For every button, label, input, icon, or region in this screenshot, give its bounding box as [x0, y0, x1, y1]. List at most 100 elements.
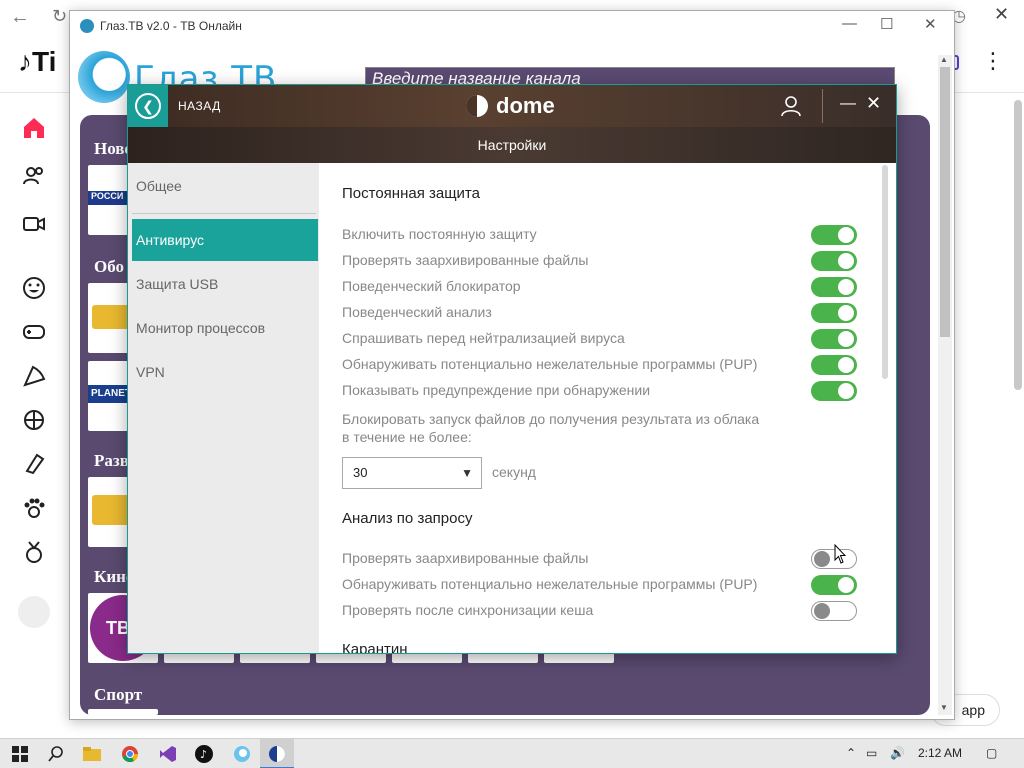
chevron-down-icon: ▼ — [461, 466, 473, 480]
minimize-icon[interactable]: — — [842, 15, 857, 32]
browser-scrollbar[interactable] — [1014, 100, 1022, 390]
toggle-knob — [838, 331, 854, 347]
sidebar-item-antivirus[interactable]: Антивирус — [132, 219, 318, 261]
file-explorer-icon[interactable] — [82, 744, 102, 764]
tiktok-logo[interactable]: ♪Ti — [18, 46, 56, 78]
close-icon[interactable]: ✕ — [866, 93, 881, 114]
emoji-icon[interactable] — [14, 272, 54, 304]
scroll-up-icon[interactable]: ▲ — [940, 55, 948, 64]
toggle-knob — [838, 279, 854, 295]
dome-brand-text: dome — [496, 93, 555, 118]
achievement-icon[interactable] — [14, 536, 54, 568]
sidebar-item-usb-protection[interactable]: Защита USB — [132, 263, 318, 305]
notifications-icon[interactable]: ▢ — [986, 746, 997, 760]
realtime-protection-toggle[interactable] — [811, 225, 857, 245]
show-warning-toggle[interactable] — [811, 381, 857, 401]
cloud-timeout-select[interactable]: 30 ▼ — [342, 457, 482, 489]
timeout-unit: секунд — [492, 464, 536, 480]
divider — [822, 89, 823, 123]
scroll-down-icon[interactable]: ▼ — [940, 703, 948, 712]
option-label: Включить постоянную защиту — [342, 226, 537, 242]
back-label[interactable]: НАЗАД — [178, 99, 221, 113]
sports-icon[interactable] — [14, 404, 54, 436]
ondemand-detect-pup-toggle[interactable] — [811, 575, 857, 595]
option-label: Проверять после синхронизации кеша — [342, 602, 594, 618]
dome-header[interactable]: ❮ НАЗАД dome — ✕ — [128, 85, 896, 127]
avatar[interactable] — [18, 596, 50, 628]
food-icon[interactable] — [14, 360, 54, 392]
back-chevron-icon: ❮ — [135, 93, 161, 119]
divider — [132, 213, 316, 214]
glaz-tv-icon[interactable] — [232, 744, 252, 764]
behavior-analysis-toggle[interactable] — [811, 303, 857, 323]
beauty-icon[interactable] — [14, 448, 54, 480]
sidebar-item-label: Монитор процессов — [136, 320, 266, 336]
tiktok-icon[interactable]: ♪ — [194, 744, 214, 764]
network-icon[interactable]: ▭ — [866, 746, 877, 760]
minimize-icon[interactable]: — — [840, 95, 856, 113]
sidebar-item-general[interactable]: Общее — [132, 165, 318, 207]
back-button[interactable]: ❮ — [128, 85, 168, 127]
dome-icon — [267, 744, 287, 764]
chrome-icon[interactable] — [120, 744, 140, 764]
option-label: Обнаруживать потенциально нежелательные … — [342, 576, 758, 592]
taskbar: ♪ ⌃ ▭ 🔊 2:12 AM ▢ — [0, 738, 1024, 768]
glaz-title-bar[interactable]: Глаз.ТВ v2.0 - ТВ Онлайн — ☐ ✕ — [70, 11, 954, 41]
toggle-knob — [814, 551, 830, 567]
more-options-icon[interactable]: ⋮ — [982, 48, 1004, 74]
glaz-logo-icon — [78, 51, 130, 103]
toggle-knob — [838, 227, 854, 243]
live-icon[interactable] — [14, 208, 54, 240]
scan-after-cache-sync-toggle[interactable] — [811, 601, 857, 621]
glaz-app-icon — [80, 19, 94, 33]
ask-before-neutralize-toggle[interactable] — [811, 329, 857, 349]
taskbar-active-app[interactable] — [260, 739, 294, 768]
cloud-block-label-2: в течение не более: — [342, 429, 472, 445]
sidebar-item-process-monitor[interactable]: Монитор процессов — [132, 307, 318, 349]
windows-start-icon[interactable] — [10, 744, 30, 764]
settings-scrollbar[interactable] — [882, 165, 888, 379]
home-icon[interactable] — [14, 112, 54, 144]
visual-studio-icon[interactable] — [158, 744, 178, 764]
pets-icon[interactable] — [14, 492, 54, 524]
following-icon[interactable] — [14, 160, 54, 192]
detect-pup-toggle[interactable] — [811, 355, 857, 375]
search-icon[interactable] — [46, 744, 66, 764]
category-title: Разв — [94, 451, 129, 470]
volume-icon[interactable]: 🔊 — [890, 746, 905, 760]
toggle-knob — [838, 383, 854, 399]
dome-logo-icon — [466, 95, 488, 117]
gaming-icon[interactable] — [14, 316, 54, 348]
toggle-knob — [838, 577, 854, 593]
tray-chevron-icon[interactable]: ⌃ — [846, 746, 856, 760]
antivirus-settings: Постоянная защита Включить постоянную за… — [319, 163, 879, 653]
sidebar-item-label: Защита USB — [136, 276, 219, 292]
glaz-scrollbar[interactable]: ▲ ▼ — [938, 55, 952, 715]
section-title-quarantine: Карантин — [342, 641, 408, 653]
glaz-scroll-thumb[interactable] — [940, 67, 950, 337]
reload-icon[interactable]: ↻ — [52, 6, 67, 27]
category-title: Спорт — [94, 685, 143, 704]
sidebar-item-vpn[interactable]: VPN — [132, 351, 318, 393]
channel-tile[interactable] — [88, 709, 158, 715]
user-icon[interactable] — [780, 95, 802, 117]
close-icon[interactable]: ✕ — [924, 15, 937, 33]
back-arrow-icon[interactable]: ← — [10, 6, 30, 29]
mouse-cursor-icon — [834, 544, 846, 564]
category-title: Обо — [94, 257, 124, 276]
get-app-label: app — [961, 702, 985, 718]
toggle-knob — [838, 357, 854, 373]
cloud-block-label: Блокировать запуск файлов до получения р… — [342, 411, 760, 427]
scan-archives-toggle[interactable] — [811, 251, 857, 271]
close-icon[interactable]: ✕ — [994, 4, 1009, 25]
maximize-icon[interactable]: ☐ — [880, 15, 893, 33]
tiktok-logo-text: Ti — [32, 46, 57, 77]
settings-sidebar: Общее Антивирус Защита USB Монитор проце… — [128, 163, 319, 653]
behavior-blocker-toggle[interactable] — [811, 277, 857, 297]
option-label: Поведенческий анализ — [342, 304, 492, 320]
glaz-window-title: Глаз.ТВ v2.0 - ТВ Онлайн — [100, 19, 242, 33]
clock[interactable]: 2:12 AM — [918, 746, 962, 760]
svg-text:♪: ♪ — [200, 748, 207, 761]
option-label: Обнаруживать потенциально нежелательные … — [342, 356, 758, 372]
option-label: Спрашивать перед нейтрализацией вируса — [342, 330, 625, 346]
